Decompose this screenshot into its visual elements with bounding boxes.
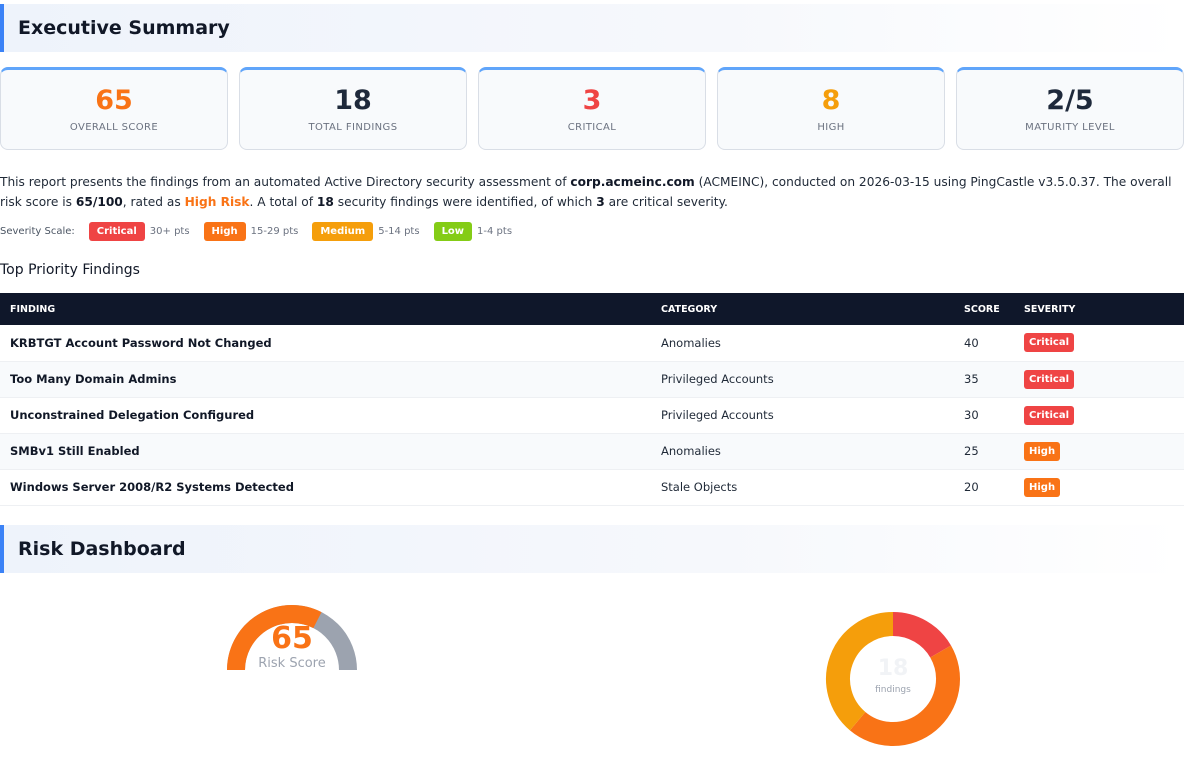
- maturity-level-card: 2/5 Maturity Level: [956, 67, 1184, 150]
- finding-severity-cell: High: [1014, 433, 1184, 470]
- column-header-finding: Finding: [10, 303, 56, 315]
- findings-donut: 18 findings: [820, 606, 966, 752]
- donut-segment-critical: [892, 612, 952, 658]
- total-findings-value: 18: [334, 85, 372, 117]
- severity-badge: High: [1024, 441, 1061, 461]
- table-row: Unconstrained Delegation Configured Priv…: [0, 397, 1184, 434]
- severity-badge: Critical: [1024, 333, 1075, 353]
- severity-scale-title: Severity Scale:: [0, 226, 75, 237]
- risk-rating-text: High Risk: [184, 195, 250, 209]
- risk-dashboard-title: Risk Dashboard: [18, 538, 186, 560]
- overall-score-card: 65 Overall Score: [0, 67, 228, 150]
- table-header-row: Finding Category Score Severity: [0, 293, 1184, 325]
- severity-badge: High: [1024, 477, 1061, 497]
- severity-pill-critical: Critical: [88, 222, 145, 241]
- finding-name: KRBTGT Account Password Not Changed: [0, 325, 651, 362]
- domain-name: corp.acmeinc.com: [570, 175, 695, 189]
- finding-category: Anomalies: [651, 433, 954, 470]
- table-row: KRBTGT Account Password Not Changed Anom…: [0, 325, 1184, 362]
- table-row: Windows Server 2008/R2 Systems Detected …: [0, 469, 1184, 506]
- critical-value: 3: [582, 85, 602, 117]
- finding-name: SMBv1 Still Enabled: [0, 433, 651, 470]
- gauge-value: 65: [271, 621, 313, 656]
- executive-summary-header: Executive Summary: [0, 4, 1184, 52]
- maturity-level-value: 2/5: [1046, 85, 1094, 117]
- total-findings-label: Total Findings: [308, 121, 398, 133]
- severity-points-critical: 30+ pts: [149, 226, 190, 237]
- intro-text: security findings were identified, of wh…: [333, 195, 597, 209]
- donut-center-value: 18: [877, 656, 909, 681]
- severity-scale: Severity Scale: Critical 30+ pts High 15…: [0, 222, 526, 241]
- finding-severity-cell: Critical: [1014, 325, 1184, 362]
- column-header-severity: Severity: [1024, 303, 1076, 315]
- finding-category: Stale Objects: [651, 469, 954, 506]
- critical-label: Critical: [567, 121, 617, 133]
- risk-score-text: 65/100: [75, 195, 123, 209]
- finding-score: 30: [954, 397, 1014, 434]
- total-findings-text: 18: [316, 195, 334, 209]
- finding-score: 40: [954, 325, 1014, 362]
- severity-pill-low: Low: [433, 222, 473, 241]
- overall-score-value: 65: [95, 85, 133, 117]
- intro-text: This report presents the findings from a…: [0, 175, 571, 189]
- risk-score-gauge: 65 Risk Score: [222, 598, 362, 678]
- severity-pill-medium: Medium: [312, 222, 374, 241]
- severity-points-low: 1-4 pts: [477, 226, 513, 237]
- table-row: Too Many Domain Admins Privileged Accoun…: [0, 361, 1184, 398]
- findings-table: Finding Category Score Severity KRBTGT A…: [0, 293, 1184, 506]
- maturity-level-label: Maturity Level: [1025, 121, 1115, 133]
- severity-points-high: 15-29 pts: [250, 226, 299, 237]
- gauge-label: Risk Score: [258, 656, 326, 671]
- finding-score: 35: [954, 361, 1014, 398]
- intro-text: . A total of: [249, 195, 317, 209]
- finding-category: Privileged Accounts: [651, 361, 954, 398]
- severity-points-medium: 5-14 pts: [378, 226, 420, 237]
- donut-center-label: findings: [875, 685, 911, 695]
- intro-text: , rated as: [122, 195, 185, 209]
- finding-score: 20: [954, 469, 1014, 506]
- severity-pill-high: High: [203, 222, 246, 241]
- top-priority-title: Top Priority Findings: [0, 262, 140, 278]
- high-value: 8: [821, 85, 841, 117]
- overall-score-label: Overall Score: [69, 121, 159, 133]
- column-header-category: Category: [661, 303, 718, 315]
- critical-card: 3 Critical: [478, 67, 706, 150]
- critical-count-text: 3: [596, 195, 605, 209]
- intro-text: are critical severity.: [604, 195, 728, 209]
- finding-name: Windows Server 2008/R2 Systems Detected: [0, 469, 651, 506]
- severity-badge: Critical: [1024, 405, 1075, 425]
- finding-severity-cell: Critical: [1014, 397, 1184, 434]
- finding-severity-cell: High: [1014, 469, 1184, 506]
- total-findings-card: 18 Total Findings: [239, 67, 467, 150]
- finding-name: Unconstrained Delegation Configured: [0, 397, 651, 434]
- high-card: 8 High: [717, 67, 945, 150]
- finding-category: Anomalies: [651, 325, 954, 362]
- summary-paragraph: This report presents the findings from a…: [0, 172, 1188, 212]
- finding-name: Too Many Domain Admins: [0, 361, 651, 398]
- executive-summary-title: Executive Summary: [18, 17, 230, 39]
- risk-dashboard-header: Risk Dashboard: [0, 525, 1184, 573]
- summary-cards: 65 Overall Score 18 Total Findings 3 Cri…: [0, 67, 1184, 150]
- table-row: SMBv1 Still Enabled Anomalies 25 High: [0, 433, 1184, 470]
- column-header-score: Score: [964, 303, 1000, 315]
- severity-badge: Critical: [1024, 369, 1075, 389]
- finding-category: Privileged Accounts: [651, 397, 954, 434]
- high-label: High: [817, 121, 845, 133]
- finding-severity-cell: Critical: [1014, 361, 1184, 398]
- finding-score: 25: [954, 433, 1014, 470]
